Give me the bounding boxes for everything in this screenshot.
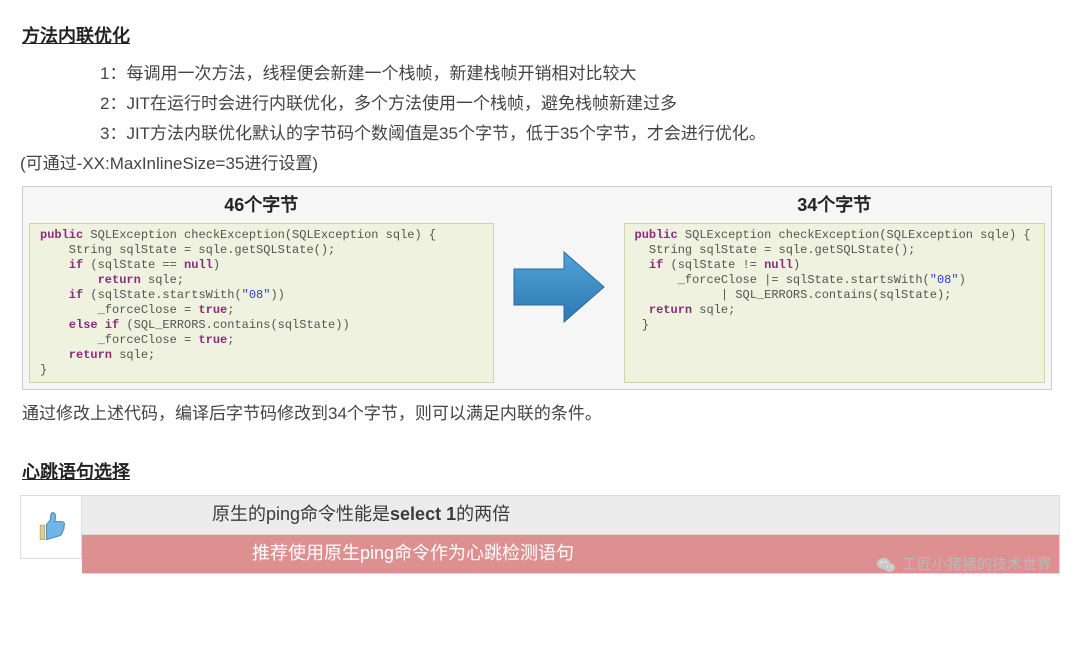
banner-line-1: 原生的ping命令性能是select 1的两倍: [82, 495, 1060, 535]
arrow-right-icon: [509, 247, 609, 327]
thumbs-up-icon: [20, 495, 82, 559]
bullet-3: 3：JIT方法内联优化默认的字节码个数阈值是35个字节，低于35个字节，才会进行…: [100, 120, 1060, 148]
explanation-paragraph: 通过修改上述代码，编译后字节码修改到34个字节，则可以满足内联的条件。: [22, 400, 1060, 428]
bullet-1: 1：每调用一次方法，线程便会新建一个栈帧，新建栈帧开销相对比较大: [100, 60, 1060, 88]
section-heading-inline: 方法内联优化: [22, 22, 1060, 52]
setting-note: (可通过-XX:MaxInlineSize=35进行设置): [20, 150, 1060, 178]
heartbeat-banner: 原生的ping命令性能是select 1的两倍 推荐使用原生ping命令作为心跳…: [20, 495, 1060, 573]
bullet-2: 2：JIT在运行时会进行内联优化，多个方法使用一个栈帧，避免栈帧新建过多: [100, 90, 1060, 118]
wechat-icon: [876, 555, 896, 575]
code-left-title: 46个字节: [29, 191, 494, 221]
watermark-text: 工匠小猪猪的技术世界: [902, 553, 1052, 578]
code-comparison-figure: 46个字节 public SQLException checkException…: [22, 186, 1052, 390]
arrow-column: [504, 191, 614, 383]
section-heading-heartbeat: 心跳语句选择: [22, 458, 1060, 488]
code-left-block: public SQLException checkException(SQLEx…: [29, 223, 494, 383]
code-right-block: public SQLException checkException(SQLEx…: [624, 223, 1046, 383]
code-left-column: 46个字节 public SQLException checkException…: [29, 191, 494, 383]
wechat-watermark: 工匠小猪猪的技术世界: [876, 553, 1052, 578]
code-right-column: 34个字节 public SQLException checkException…: [624, 191, 1046, 383]
code-right-title: 34个字节: [624, 191, 1046, 221]
